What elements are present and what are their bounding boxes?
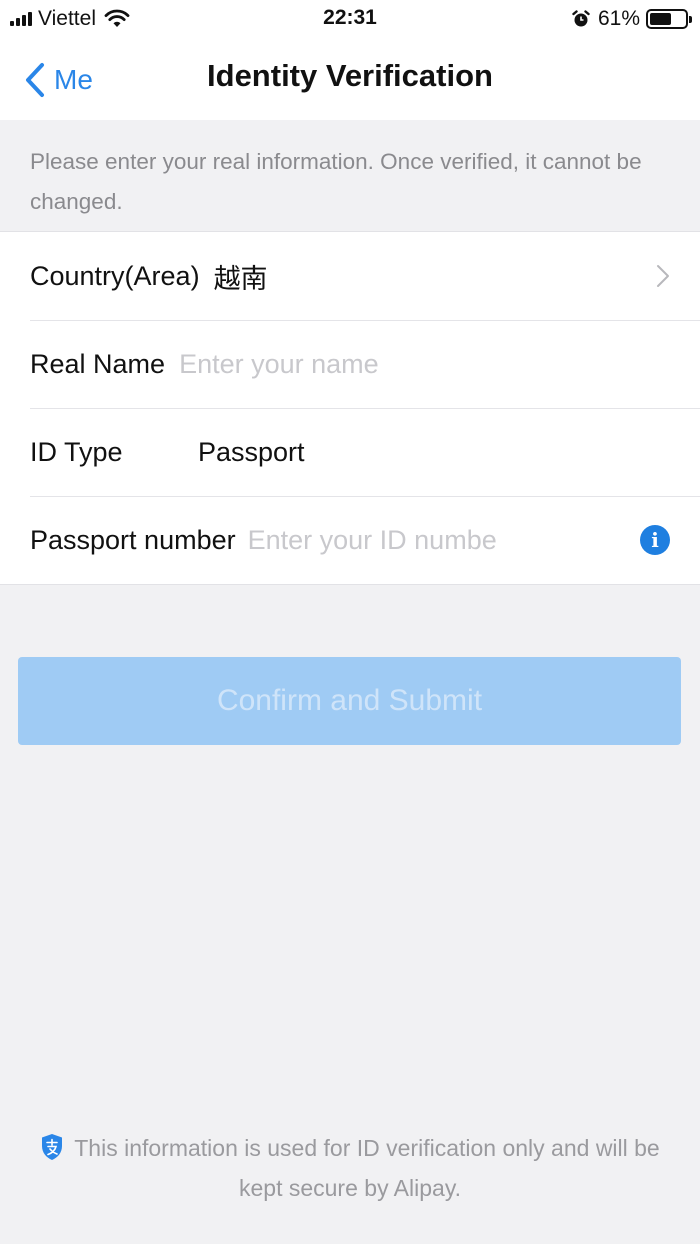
verification-form: Country(Area) 越南 Real Name ID Type Passp… <box>0 232 700 585</box>
battery-tip <box>689 16 692 23</box>
country-label: Country(Area) <box>30 260 200 291</box>
alipay-shield-icon <box>42 1134 63 1160</box>
country-value: 越南 <box>213 263 268 294</box>
passport-number-input[interactable] <box>247 524 548 556</box>
real-name-row: Real Name <box>0 320 700 408</box>
passport-number-row: Passport number i <box>0 496 700 584</box>
real-name-label: Real Name <box>30 348 166 379</box>
battery-icon <box>646 9 692 29</box>
info-icon[interactable]: i <box>640 525 670 555</box>
passport-number-label: Passport number <box>30 524 236 555</box>
confirm-submit-button[interactable]: Confirm and Submit <box>18 657 681 745</box>
battery-fill <box>650 13 671 25</box>
real-name-input[interactable] <box>179 348 620 380</box>
alarm-icon <box>572 10 590 27</box>
status-bar: Viettel 22:31 61% <box>0 0 700 40</box>
page-title: Identity Verification <box>207 58 493 93</box>
notice-text: Please enter your real information. Once… <box>0 120 700 232</box>
footer-text: This information is used for ID verifica… <box>74 1135 660 1201</box>
chevron-right-icon <box>657 265 669 287</box>
status-right: 61% <box>572 6 692 32</box>
country-row[interactable]: Country(Area) 越南 <box>0 232 700 320</box>
footer-note: This information is used for ID verifica… <box>30 1128 670 1208</box>
nav-bar: Me Identity Verification <box>0 40 700 120</box>
id-type-row[interactable]: ID Type Passport <box>0 408 700 496</box>
id-type-label: ID Type <box>30 436 123 467</box>
id-type-value: Passport <box>198 436 305 467</box>
battery-percent: 61% <box>597 7 640 30</box>
